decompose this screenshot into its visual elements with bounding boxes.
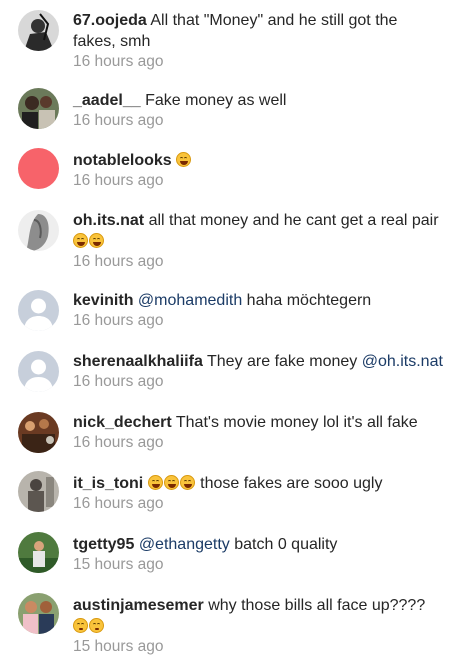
username-link[interactable]: 67.oojeda (73, 12, 147, 29)
timestamp: 15 hours ago (73, 638, 164, 655)
comment-body: sherenaalkhaliifa They are fake money @o… (73, 351, 443, 392)
comment-text: those fakes are sooo ugly (200, 475, 383, 492)
avatar[interactable] (18, 593, 59, 634)
timestamp: 16 hours ago (73, 253, 164, 270)
timestamp: 16 hours ago (73, 53, 164, 70)
comment-body: it_is_toni those fakes are sooo ugly 16 … (73, 473, 443, 514)
comment-body: oh.its.nat all that money and he cant ge… (73, 210, 443, 272)
tears-of-joy-emoji-icon (73, 233, 88, 248)
username-link[interactable]: oh.its.nat (73, 212, 144, 229)
username-link[interactable]: nick_dechert (73, 414, 172, 431)
comment-text: That's movie money lol it's all fake (175, 414, 418, 431)
avatar[interactable] (18, 10, 59, 51)
comment-text: Fake money as well (145, 92, 287, 109)
comment-body: notablelooks 16 hours ago (73, 150, 443, 191)
avatar[interactable] (18, 471, 59, 512)
username-link[interactable]: it_is_toni (73, 475, 143, 492)
timestamp: 16 hours ago (73, 495, 164, 512)
tears-of-joy-emoji-icon (176, 152, 192, 167)
username-link[interactable]: tgetty95 (73, 536, 134, 553)
comment-text: all that money and he cant get a real pa… (148, 212, 439, 229)
timestamp: 16 hours ago (73, 172, 164, 189)
thinking-face-emoji-icon (89, 618, 104, 633)
comment-body: austinjamesemer why those bills all face… (73, 595, 443, 657)
timestamp: 16 hours ago (73, 312, 164, 329)
username-link[interactable]: sherenaalkhaliifa (73, 353, 203, 370)
comment-body: _aadel__ Fake money as well 16 hours ago (73, 90, 443, 131)
timestamp: 16 hours ago (73, 112, 164, 129)
default-avatar-icon[interactable] (18, 290, 59, 331)
tears-of-joy-emoji-icon (163, 475, 179, 490)
tears-of-joy-emoji-icon (147, 475, 163, 490)
username-link[interactable]: notablelooks (73, 152, 172, 169)
default-avatar-icon[interactable] (18, 351, 59, 392)
comment-body: nick_dechert That's movie money lol it's… (73, 412, 443, 453)
avatar[interactable] (18, 412, 59, 453)
tears-of-joy-emoji-icon (89, 233, 104, 248)
timestamp: 15 hours ago (73, 556, 164, 573)
avatar[interactable] (18, 210, 59, 251)
comment-body: kevinith @mohamedith haha möchtegern 16 … (73, 290, 443, 331)
avatar[interactable] (18, 88, 59, 129)
avatar[interactable] (18, 148, 59, 189)
mention-link[interactable]: @oh.its.nat (362, 353, 443, 370)
username-link[interactable]: kevinith (73, 292, 133, 309)
comment-text: They are fake money (207, 353, 358, 370)
username-link[interactable]: austinjamesemer (73, 597, 204, 614)
comment-body: 67.oojeda All that "Money" and he still … (73, 10, 443, 72)
comment-text: haha möchtegern (246, 292, 372, 309)
username-link[interactable]: _aadel__ (73, 92, 141, 109)
avatar[interactable] (18, 532, 59, 573)
mention-link[interactable]: @mohamedith (138, 292, 242, 309)
tears-of-joy-emoji-icon (179, 475, 195, 490)
comment-body: tgetty95 @ethangetty batch 0 quality 15 … (73, 534, 443, 575)
comment-text: why those bills all face up???? (208, 597, 426, 614)
mention-link[interactable]: @ethangetty (139, 536, 230, 553)
comment-text: batch 0 quality (234, 536, 338, 553)
timestamp: 16 hours ago (73, 373, 164, 390)
timestamp: 16 hours ago (73, 434, 164, 451)
thinking-face-emoji-icon (73, 618, 88, 633)
